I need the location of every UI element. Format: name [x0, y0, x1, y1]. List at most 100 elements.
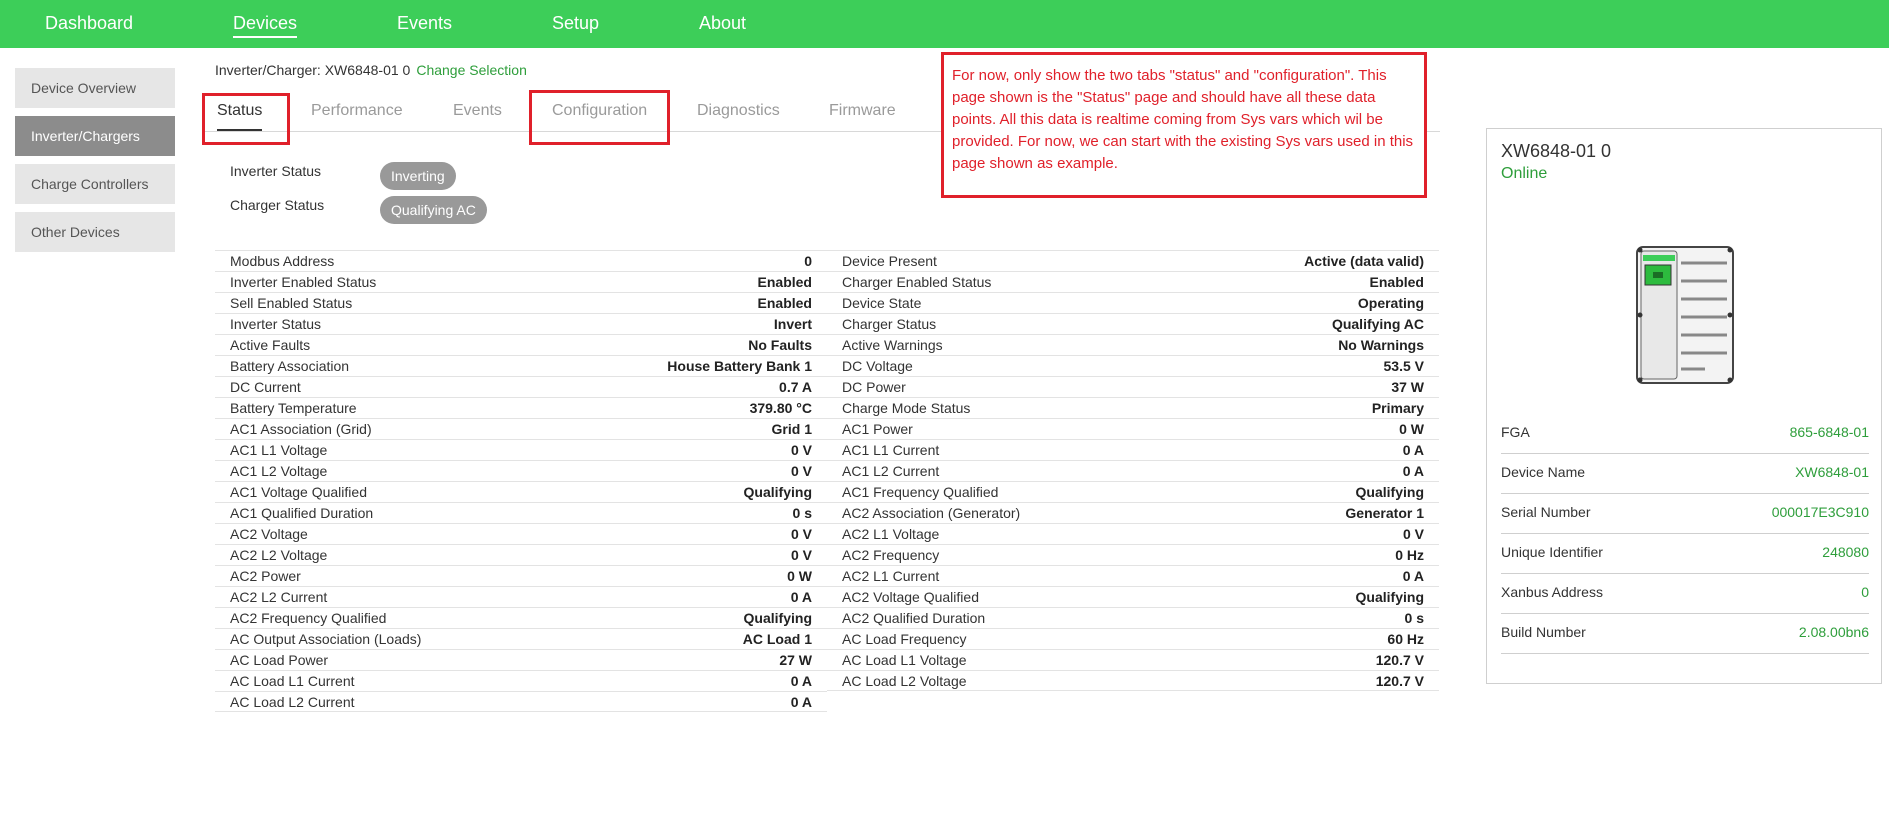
change-selection-link[interactable]: Change Selection — [416, 62, 527, 78]
field-label: DC Power — [842, 379, 906, 395]
tab-diagnostics[interactable]: Diagnostics — [697, 102, 780, 120]
field-label: AC2 Frequency — [842, 547, 940, 563]
table-row: AC2 Qualified Duration 0 s — [827, 607, 1439, 628]
info-row-xanbus-address: Xanbus Address 0 — [1501, 574, 1869, 614]
field-value: Qualifying AC — [1331, 316, 1424, 332]
nav-about[interactable]: About — [699, 0, 746, 48]
field-value: 0 A — [790, 673, 812, 689]
field-value: Qualifying — [1355, 589, 1424, 605]
field-value: 27 W — [779, 652, 812, 668]
sidebar-item-device-overview[interactable]: Device Overview — [15, 68, 175, 108]
table-row: AC1 Qualified Duration 0 s — [215, 502, 827, 523]
field-value: 0 V — [790, 463, 812, 479]
field-label: AC1 Voltage Qualified — [230, 484, 367, 500]
field-value: 379.80 °C — [749, 400, 812, 416]
field-label: AC2 Voltage — [230, 526, 308, 542]
field-label: AC Load L2 Current — [230, 694, 355, 710]
field-label: Inverter Status — [230, 316, 322, 332]
annotation-note: For now, only show the two tabs "status"… — [941, 52, 1427, 198]
field-value: Qualifying — [1355, 484, 1424, 500]
table-row: AC Load L2 Current 0 A — [215, 691, 827, 712]
table-row: Modbus Address 0 — [215, 250, 827, 271]
table-row: AC Load L2 Voltage 120.7 V — [827, 670, 1439, 691]
field-label: AC2 L2 Current — [230, 589, 328, 605]
field-label: Active Warnings — [842, 337, 943, 353]
table-row: Active Warnings No Warnings — [827, 334, 1439, 355]
table-row: Inverter Status Invert — [215, 313, 827, 334]
field-label: Sell Enabled Status — [230, 295, 353, 311]
nav-events[interactable]: Events — [397, 0, 452, 48]
sidebar-item-other-devices[interactable]: Other Devices — [15, 212, 175, 252]
field-label: AC2 Qualified Duration — [842, 610, 986, 626]
field-label: DC Current — [230, 379, 301, 395]
nav-dashboard[interactable]: Dashboard — [45, 0, 133, 48]
table-row: Device Present Active (data valid) — [827, 250, 1439, 271]
info-row-build-number: Build Number 2.08.00bn6 — [1501, 614, 1869, 654]
field-label: AC2 L1 Current — [842, 568, 940, 584]
field-value: 60 Hz — [1387, 631, 1424, 647]
table-row: AC1 Power 0 W — [827, 418, 1439, 439]
field-label: AC2 Power — [230, 568, 301, 584]
field-label: Active Faults — [230, 337, 311, 353]
tab-performance[interactable]: Performance — [311, 102, 403, 120]
nav-setup[interactable]: Setup — [552, 0, 599, 48]
info-row-device-name: Device Name XW6848-01 — [1501, 454, 1869, 494]
device-status: Online — [1501, 165, 1548, 182]
table-row: AC1 L1 Current 0 A — [827, 439, 1439, 460]
field-value: 0 A — [790, 694, 812, 710]
sidebar-item-inverter-chargers[interactable]: Inverter/Chargers — [15, 116, 175, 156]
field-value: Grid 1 — [771, 421, 812, 437]
table-row: DC Current 0.7 A — [215, 376, 827, 397]
field-label: AC2 L2 Voltage — [230, 547, 328, 563]
table-row: AC2 L2 Voltage 0 V — [215, 544, 827, 565]
field-label: Battery Association — [230, 358, 350, 374]
field-value: 37 W — [1391, 379, 1424, 395]
charger-status-badge: Qualifying AC — [380, 196, 487, 224]
sidebar-item-charge-controllers[interactable]: Charge Controllers — [15, 164, 175, 204]
field-label: Device Present — [842, 253, 937, 269]
field-value: 0 V — [790, 526, 812, 542]
field-value: 0 — [804, 253, 812, 269]
table-row: AC2 Voltage Qualified Qualifying — [827, 586, 1439, 607]
field-label: Charge Mode Status — [842, 400, 971, 416]
field-value: No Faults — [748, 337, 812, 353]
field-value: Generator 1 — [1345, 505, 1424, 521]
field-label: AC Load Power — [230, 652, 329, 668]
field-label: AC1 Qualified Duration — [230, 505, 374, 521]
device-card: XW6848-01 0 Online FGA 865-6848-01 Device… — [1486, 128, 1882, 684]
table-row: DC Voltage 53.5 V — [827, 355, 1439, 376]
info-row-fga: FGA 865-6848-01 — [1501, 414, 1869, 454]
field-value: 120.7 V — [1375, 673, 1424, 689]
field-value: 0 V — [790, 442, 812, 458]
field-label: AC Load L1 Current — [230, 673, 355, 689]
field-value: 0 W — [1399, 421, 1424, 437]
field-value: AC Load 1 — [742, 631, 812, 647]
table-row: AC1 L2 Voltage 0 V — [215, 460, 827, 481]
field-label: AC2 Frequency Qualified — [230, 610, 387, 626]
field-value: 0 A — [1402, 442, 1424, 458]
field-label: AC2 Association (Generator) — [842, 505, 1021, 521]
field-label: Inverter Enabled Status — [230, 274, 377, 290]
field-label: AC1 L1 Voltage — [230, 442, 328, 458]
field-value: Active (data valid) — [1304, 253, 1424, 269]
field-label: AC1 Frequency Qualified — [842, 484, 999, 500]
table-row: AC1 L1 Voltage 0 V — [215, 439, 827, 460]
info-row-unique-identifier: Unique Identifier 248080 — [1501, 534, 1869, 574]
device-card-title: XW6848-01 0 — [1501, 141, 1612, 161]
nav-devices[interactable]: Devices — [233, 0, 298, 48]
table-row: Device State Operating — [827, 292, 1439, 313]
field-value: 0 A — [1402, 463, 1424, 479]
field-label: AC Output Association (Loads) — [230, 631, 422, 647]
field-value: Enabled — [757, 274, 812, 290]
charger-status-label: Charger Status — [230, 197, 325, 213]
tab-events[interactable]: Events — [453, 102, 502, 120]
table-row: Inverter Enabled Status Enabled — [215, 271, 827, 292]
field-value: Primary — [1371, 400, 1424, 416]
field-label: AC2 Voltage Qualified — [842, 589, 979, 605]
tab-firmware[interactable]: Firmware — [829, 102, 896, 120]
breadcrumb-device: Inverter/Charger: XW6848-01 0 — [215, 62, 411, 78]
table-row: AC Load L1 Voltage 120.7 V — [827, 649, 1439, 670]
top-nav: Dashboard Devices Events Setup About — [0, 0, 1889, 48]
field-label: Charger Status — [842, 316, 937, 332]
table-row: AC1 L2 Current 0 A — [827, 460, 1439, 481]
